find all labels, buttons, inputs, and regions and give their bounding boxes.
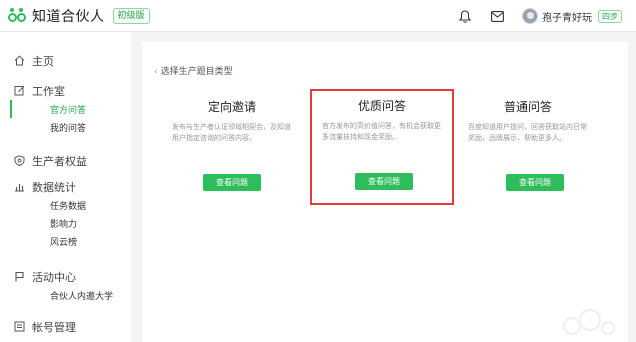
view-questions-button[interactable]: 查看问题: [203, 174, 261, 191]
brand-badge: 初级版: [112, 8, 150, 24]
sidebar-item-activity[interactable]: 活动中心: [0, 268, 131, 286]
brand-logo-icon: [8, 8, 28, 24]
sidebar-item-label: 帐号管理: [32, 321, 76, 334]
sidebar-item-label: 数据统计: [32, 181, 76, 194]
level-badge: 四步: [598, 9, 622, 23]
breadcrumb-label: 选择生产题目类型: [160, 67, 233, 77]
sidebar-item-label: 生产者权益: [32, 155, 87, 168]
option-card-quality-qa: 优质问答 官方发布的高价值问答，有机会获取更多流量扶持和现金奖励。 查看问题: [310, 89, 454, 205]
sidebar-item-stats[interactable]: 数据统计: [0, 178, 131, 196]
option-card-general-qa: 普通问答 百度知道用户提问，回答获取站内日常奖励，品牌展示，帮助更多人。 查看问…: [458, 94, 598, 206]
mail-icon[interactable]: [491, 10, 504, 22]
sidebar-item-my-qa[interactable]: 我的问答: [0, 118, 131, 136]
sidebar-item-workspace[interactable]: 工作室: [0, 82, 131, 100]
option-title: 普通问答: [503, 100, 552, 114]
flag-icon: [15, 271, 24, 282]
sidebar-item-official-qa[interactable]: 官方问答: [0, 100, 131, 118]
option-title: 定向邀请: [207, 100, 256, 114]
option-description: 官方发布的高价值问答，有机会获取更多流量扶持和现金奖励。: [322, 122, 441, 141]
breadcrumb[interactable]: ‹ 选择生产题目类型: [154, 64, 233, 77]
sidebar-item-task-data[interactable]: 任务数据: [0, 196, 131, 214]
decorative-illustration: [563, 309, 615, 335]
account-icon: [14, 321, 25, 332]
sidebar: 主页 工作室 官方问答 我的问答 生产者权益 数据统计 任务数据 影响力 风云榜…: [0, 32, 131, 342]
shield-icon: [14, 155, 25, 166]
brand[interactable]: 知道合伙人 初级版: [8, 6, 150, 26]
bar-chart-icon: [15, 184, 24, 192]
sidebar-item-home[interactable]: 主页: [0, 52, 131, 70]
sidebar-item-label: 主页: [32, 55, 54, 68]
home-icon: [14, 55, 25, 66]
sidebar-item-label: 影响力: [50, 219, 78, 230]
username[interactable]: 孢子青好玩: [542, 9, 592, 24]
bell-icon[interactable]: [459, 9, 471, 23]
sidebar-item-label: 我的问答: [50, 123, 87, 134]
avatar[interactable]: [522, 8, 538, 24]
sidebar-item-label: 合伙人内邀大学: [50, 291, 114, 302]
sidebar-item-label: 官方问答: [50, 105, 87, 116]
brand-name: 知道合伙人: [32, 9, 105, 25]
sidebar-item-label: 任务数据: [50, 201, 87, 212]
option-description: 百度知道用户提问，回答获取站内日常奖励，品牌展示，帮助更多人。: [468, 123, 587, 142]
option-card-directed-invite: 定向邀请 发布与生产者认证领域相契合，及知道用户指定咨询的问答内容。 查看问题: [162, 94, 302, 206]
option-title: 优质问答: [357, 99, 406, 113]
top-header: 知道合伙人 初级版 孢子青好玩 四步: [0, 0, 636, 32]
sidebar-item-partner-university[interactable]: 合伙人内邀大学: [0, 286, 131, 304]
sidebar-item-influence[interactable]: 影响力: [0, 214, 131, 232]
main-content: ‹ 选择生产题目类型 定向邀请 发布与生产者认证领域相契合，及知道用户指定咨询的问…: [142, 42, 628, 342]
option-description: 发布与生产者认证领域相契合，及知道用户指定咨询的问答内容。: [172, 123, 291, 142]
view-questions-button[interactable]: 查看问题: [506, 174, 564, 191]
edit-icon: [14, 86, 25, 96]
sidebar-item-label: 活动中心: [32, 271, 76, 284]
view-questions-button[interactable]: 查看问题: [355, 173, 413, 190]
sidebar-item-label: 风云榜: [50, 237, 78, 248]
sidebar-item-account[interactable]: 帐号管理: [0, 318, 131, 336]
sidebar-item-leaderboard[interactable]: 风云榜: [0, 232, 131, 250]
sidebar-item-label: 工作室: [32, 85, 65, 98]
chevron-left-icon: ‹: [154, 67, 158, 77]
sidebar-item-rights[interactable]: 生产者权益: [0, 152, 131, 170]
